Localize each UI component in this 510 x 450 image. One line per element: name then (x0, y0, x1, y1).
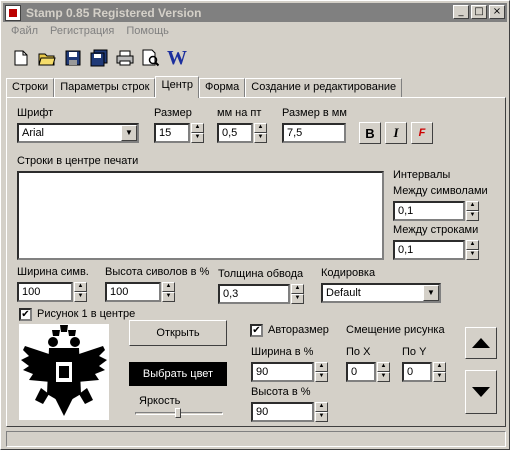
print-preview-icon[interactable] (141, 48, 161, 68)
toolbar: W (11, 46, 187, 69)
brightness-label: Яркость (139, 395, 181, 407)
menu-file[interactable]: Файл (5, 24, 44, 41)
choose-color-button[interactable]: Выбрать цвет (129, 362, 227, 386)
offset-label: Смещение рисунка (346, 324, 445, 336)
font-value: Arial (22, 127, 45, 139)
line-spacing-label: Между строками (393, 224, 479, 236)
brightness-thumb[interactable] (175, 408, 181, 418)
encoding-label: Кодировка (321, 267, 376, 279)
save-all-icon[interactable] (89, 48, 109, 68)
picture-checkbox[interactable]: ✔ (19, 308, 32, 321)
font-label: Шрифт (17, 107, 54, 119)
stroke-label: Толщина обвода (218, 268, 304, 280)
size-input[interactable]: 15 (154, 123, 190, 143)
tab-line-params[interactable]: Параметры строк (54, 78, 156, 98)
menu-registration[interactable]: Регистрация (44, 24, 120, 41)
mm-per-pt-spinner[interactable]: ▲ ▼ (254, 123, 267, 143)
offset-y-spinner[interactable]: ▲ ▼ (433, 362, 446, 382)
new-file-icon[interactable] (11, 48, 31, 68)
open-button[interactable]: Открыть (129, 320, 227, 346)
size-mm-input[interactable]: 7,5 (282, 123, 346, 143)
word-icon-letter: W (167, 46, 187, 69)
center-lines-textarea[interactable] (17, 171, 384, 260)
mm-per-pt-label: мм на пт (217, 107, 262, 119)
tab-shape[interactable]: Форма (198, 78, 246, 98)
print-icon[interactable] (115, 48, 135, 68)
font-color-button[interactable]: F (411, 122, 433, 144)
bold-button[interactable]: B (359, 122, 381, 144)
char-height-spinner[interactable]: ▲ ▼ (162, 282, 175, 302)
offset-x-label: По X (346, 346, 371, 358)
char-height-label: Высота сиволов в % (105, 266, 210, 278)
autosize-checkbox[interactable]: ✔ (250, 324, 263, 337)
window-title: Stamp 0.85 Registered Version (26, 5, 202, 20)
app-icon (5, 4, 21, 21)
title-bar: Stamp 0.85 Registered Version _ □ × (3, 3, 507, 22)
char-spacing-spinner[interactable]: ▲ ▼ (466, 201, 479, 221)
tab-lines[interactable]: Строки (6, 78, 55, 98)
open-folder-icon[interactable] (37, 48, 57, 68)
char-height-input[interactable]: 100 (105, 282, 161, 302)
pic-height-spinner[interactable]: ▲ ▼ (315, 402, 328, 422)
maximize-button[interactable]: □ (471, 5, 487, 19)
arrow-down-icon (472, 387, 490, 397)
center-lines-label: Строки в центре печати (17, 155, 139, 167)
stroke-spinner[interactable]: ▲ ▼ (291, 284, 304, 304)
tab-strip: Строки Параметры строк Центр Форма Созда… (6, 76, 403, 98)
size-spinner[interactable]: ▲ ▼ (191, 123, 204, 143)
offset-y-input[interactable]: 0 (402, 362, 432, 382)
menu-bar: Файл Регистрация Помощь (5, 24, 175, 41)
mm-per-pt-input[interactable]: 0,5 (217, 123, 253, 143)
line-spacing-spinner[interactable]: ▲ ▼ (466, 240, 479, 260)
center-tab-panel: Шрифт Arial ▼ Размер 15 ▲ ▼ мм на пт 0,5 … (6, 97, 506, 427)
status-bar (6, 431, 506, 447)
italic-button[interactable]: I (385, 122, 407, 144)
intervals-label: Интервалы (393, 169, 451, 181)
encoding-value: Default (326, 287, 361, 299)
minimize-button[interactable]: _ (453, 5, 469, 19)
font-dropdown-button[interactable]: ▼ (121, 125, 137, 141)
picture-checkbox-label: Рисунок 1 в центре (37, 308, 136, 320)
tab-create-edit[interactable]: Создание и редактирование (245, 78, 403, 98)
pic-height-label: Высота в % (251, 386, 311, 398)
move-up-button[interactable] (465, 327, 497, 359)
brightness-slider[interactable] (135, 408, 223, 418)
word-export-icon[interactable]: W (167, 46, 187, 69)
pic-width-spinner[interactable]: ▲ ▼ (315, 362, 328, 382)
char-width-label: Ширина симв. (17, 266, 89, 278)
size-label: Размер (154, 107, 192, 119)
size-mm-label: Размер в мм (282, 107, 347, 119)
autosize-label: Авторазмер (268, 324, 329, 336)
pic-width-input[interactable]: 90 (251, 362, 314, 382)
offset-y-label: По Y (402, 346, 427, 358)
char-width-spinner[interactable]: ▲ ▼ (74, 282, 87, 302)
offset-x-input[interactable]: 0 (346, 362, 376, 382)
pic-width-label: Ширина в % (251, 346, 314, 358)
font-color-icon: F (418, 127, 426, 139)
emblem-image (19, 324, 109, 420)
stroke-input[interactable]: 0,3 (218, 284, 290, 304)
arrow-up-icon (472, 338, 490, 348)
pic-height-input[interactable]: 90 (251, 402, 314, 422)
char-spacing-input[interactable]: 0,1 (393, 201, 465, 221)
move-down-button[interactable] (465, 370, 497, 414)
char-width-input[interactable]: 100 (17, 282, 73, 302)
close-button[interactable]: × (489, 5, 505, 19)
save-icon[interactable] (63, 48, 83, 68)
line-spacing-input[interactable]: 0,1 (393, 240, 465, 260)
encoding-dropdown-button[interactable]: ▼ (423, 285, 439, 301)
tab-center[interactable]: Центр (155, 76, 199, 98)
app-window: Stamp 0.85 Registered Version _ □ × Файл… (0, 0, 510, 450)
char-spacing-label: Между символами (393, 185, 488, 197)
menu-help[interactable]: Помощь (120, 24, 175, 41)
offset-x-spinner[interactable]: ▲ ▼ (377, 362, 390, 382)
